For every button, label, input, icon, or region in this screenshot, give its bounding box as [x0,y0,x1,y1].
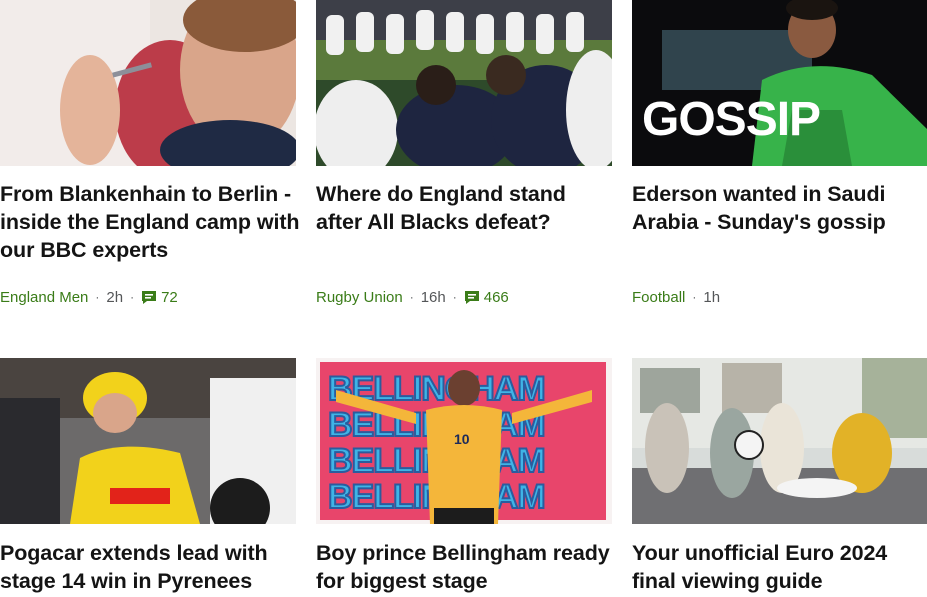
story-image[interactable] [0,358,296,524]
gossip-overlay-text: GOSSIP [642,93,821,146]
viewing-party-image [632,358,927,524]
speech-bubble-icon [142,290,157,304]
bellingham-figure: 10 [336,370,592,524]
story-card-england-camp[interactable]: From Blankenhain to Berlin - inside the … [0,0,300,306]
section-link[interactable]: Football [632,289,685,306]
story-card-euro-final[interactable]: Your unofficial Euro 2024 final viewing … [632,358,927,593]
story-title[interactable]: Boy prince Bellingham ready for biggest … [316,539,616,595]
story-image[interactable]: BELLINGHAM BELLINGHAM BELLINGHAM BELLING… [316,358,612,524]
story-meta: England Men · 2h · 72 [0,287,178,307]
story-card-england-rugby[interactable]: Where do England stand after All Blacks … [316,0,612,306]
story-title[interactable]: Your unofficial Euro 2024 final viewing … [632,539,927,595]
story-image[interactable] [0,0,296,166]
speech-bubble-icon [464,290,479,304]
comments-link[interactable]: 72 [141,289,178,306]
story-meta: Rugby Union · 16h · 466 [316,287,509,307]
meta-separator: · [95,290,100,304]
story-image[interactable] [316,0,612,166]
comments-count: 466 [483,288,509,306]
meta-separator: · [452,290,457,304]
timestamp: 16h [420,288,446,306]
story-grid: From Blankenhain to Berlin - inside the … [0,0,927,597]
comments-link[interactable]: 466 [464,289,509,306]
section-link[interactable]: England Men [0,289,88,306]
timestamp: 1h [703,288,721,306]
story-title[interactable]: Pogacar extends lead with stage 14 win i… [0,539,300,595]
story-card-gossip[interactable]: GOSSIP Ederson wanted in Saudi Arabia - … [632,0,927,306]
pogacar-image [0,358,296,524]
comments-count: 72 [161,288,178,306]
shirt-number: 10 [454,431,470,447]
rugby-huddle-image [316,0,612,166]
timestamp: 2h [106,288,124,306]
story-title[interactable]: Where do England stand after All Blacks … [316,180,616,236]
story-title[interactable]: Ederson wanted in Saudi Arabia - Sunday'… [632,180,927,236]
story-meta: Football · 1h [632,287,720,307]
story-card-pogacar[interactable]: Pogacar extends lead with stage 14 win i… [0,358,296,593]
meta-separator: · [130,290,135,304]
story-card-bellingham[interactable]: BELLINGHAM BELLINGHAM BELLINGHAM BELLING… [316,358,612,593]
meta-separator: · [692,290,697,304]
story-image[interactable]: GOSSIP [632,0,927,166]
story-title[interactable]: From Blankenhain to Berlin - inside the … [0,180,300,264]
story-image[interactable] [632,358,927,524]
kane-dart-image [0,0,296,166]
meta-separator: · [409,290,414,304]
section-link[interactable]: Rugby Union [316,289,403,306]
